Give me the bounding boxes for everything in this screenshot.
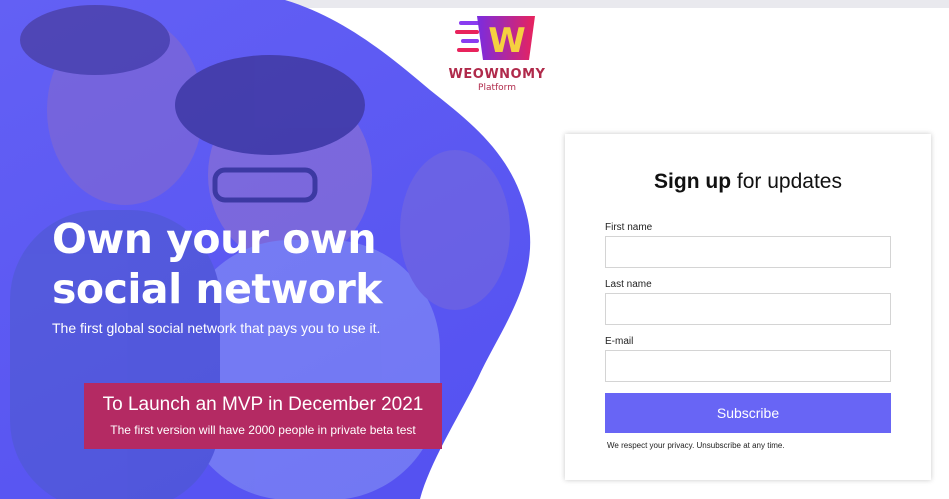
hero-copy: Own your own social network The first gl… xyxy=(52,214,383,336)
brand-name: WEOWNOMY xyxy=(448,67,546,82)
email-label: E-mail xyxy=(605,336,634,347)
subscribe-button[interactable]: Subscribe xyxy=(605,393,891,433)
launch-banner-subtitle: The first version will have 2000 people … xyxy=(110,423,416,437)
launch-banner: To Launch an MVP in December 2021 The fi… xyxy=(84,383,442,449)
first-name-input[interactable] xyxy=(605,236,891,268)
logo-letter: W xyxy=(488,21,526,61)
hero-subtitle: The first global social network that pay… xyxy=(52,320,381,336)
last-name-label: Last name xyxy=(605,279,652,290)
logo-icon: W xyxy=(455,16,535,61)
last-name-input[interactable] xyxy=(605,293,891,325)
landing-page: W WEOWNOMY Platform Own your own social … xyxy=(0,0,949,499)
hero-title-line-2: social network xyxy=(52,265,383,313)
signup-heading-bold: Sign up xyxy=(654,170,732,193)
signup-card: Sign up for updates First name Last name… xyxy=(565,134,931,480)
brand-logo[interactable]: W WEOWNOMY Platform xyxy=(444,14,550,93)
privacy-note: We respect your privacy. Unsubscribe at … xyxy=(607,441,785,450)
email-input[interactable] xyxy=(605,350,891,382)
first-name-label: First name xyxy=(605,222,653,233)
signup-heading: Sign up for updates xyxy=(605,170,891,194)
launch-banner-title: To Launch an MVP in December 2021 xyxy=(102,394,424,415)
signup-heading-rest: for updates xyxy=(731,170,842,193)
hero-title-line-1: Own your own xyxy=(52,215,377,263)
brand-tagline: Platform xyxy=(478,83,516,93)
hero-title: Own your own social network xyxy=(52,214,383,314)
